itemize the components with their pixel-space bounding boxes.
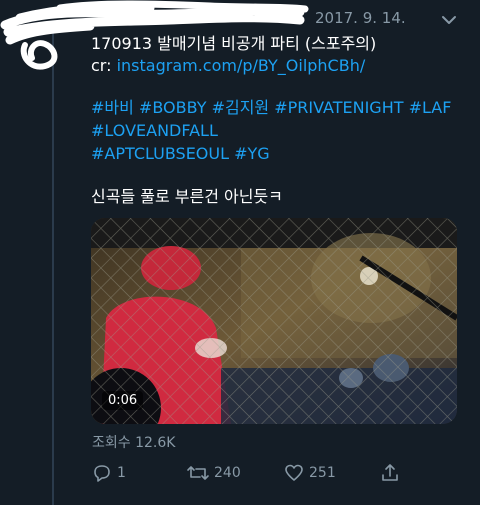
credit-prefix: cr: xyxy=(91,56,117,75)
tweet-title: 170913 발매기념 비공개 파티 (스포주의) xyxy=(91,34,377,53)
chevron-down-icon[interactable] xyxy=(440,11,458,29)
reply-icon xyxy=(94,465,110,482)
tweet: 2017. 9. 14. 170913 발매기념 비공개 파티 (스포주의) c… xyxy=(0,0,480,505)
hashtags-line-2[interactable]: #LOVEANDFALL xyxy=(91,121,218,141)
reply-button[interactable]: 1 xyxy=(91,462,126,484)
tweet-credit: cr: instagram.com/p/BY_OilphCBh/ xyxy=(91,56,365,76)
like-count: 251 xyxy=(309,465,336,481)
tweet-actions: 1 240 251 xyxy=(91,462,411,490)
retweet-button[interactable]: 240 xyxy=(186,462,241,484)
retweet-icon xyxy=(187,466,209,480)
credit-link[interactable]: instagram.com/p/BY_OilphCBh/ xyxy=(117,56,366,75)
share-icon xyxy=(382,464,398,481)
like-button[interactable]: 251 xyxy=(283,462,336,484)
view-count: 조회수 12.6K xyxy=(92,435,176,451)
tweet-date[interactable]: 2017. 9. 14. xyxy=(315,9,406,27)
share-button[interactable] xyxy=(379,462,405,484)
reply-count: 1 xyxy=(117,465,126,481)
heart-icon xyxy=(285,464,303,481)
thread-line xyxy=(52,30,54,505)
video-duration: 0:06 xyxy=(102,391,144,410)
video-player[interactable]: 0:06 xyxy=(91,218,457,424)
tweet-caption: 신곡들 풀로 부른건 아닌듯ㅋ xyxy=(91,187,283,206)
retweet-count: 240 xyxy=(214,465,241,481)
hashtags-line-3[interactable]: #APTCLUBSEOUL #YG xyxy=(91,144,270,164)
video-thumbnail xyxy=(91,218,457,424)
hashtags-line-1[interactable]: #바비 #BOBBY #김지원 #PRIVATENIGHT #LAF xyxy=(91,98,451,118)
